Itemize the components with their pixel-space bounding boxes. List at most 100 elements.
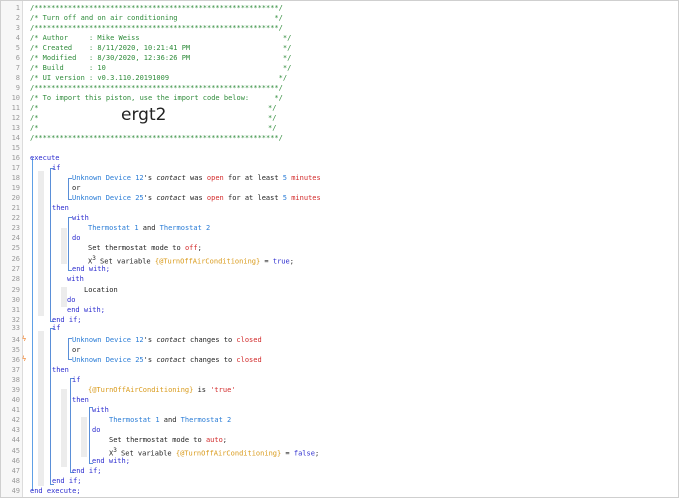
devices-line-2[interactable]: Thermostat 1 and Thermostat 2 (109, 415, 231, 425)
line-number: 41 (11, 406, 20, 414)
condition-device12-open[interactable]: Unknown Device 12's contact was open for… (72, 173, 321, 183)
semicolon: ; (222, 436, 228, 444)
line-number: 28 (11, 275, 20, 283)
op-changes-to: changes to (185, 336, 237, 344)
op-changes-to: changes to (185, 356, 237, 364)
line-number: 11 (11, 104, 20, 112)
value-true: true (272, 257, 290, 266)
code-line-12-open: /* (30, 114, 39, 122)
end-execute[interactable]: end execute; (30, 486, 81, 496)
device25-link[interactable]: Unknown Device 25 (72, 356, 144, 364)
device25-link[interactable]: Unknown Device 25 (72, 194, 144, 202)
if-keyword-3[interactable]: if (72, 375, 80, 385)
possessive: 's (143, 174, 157, 182)
if-bracket-2 (50, 328, 54, 485)
attr-contact: contact (156, 194, 186, 202)
or-operator-2[interactable]: or (72, 345, 80, 355)
thermostat2-link[interactable]: Thermostat 2 (181, 416, 232, 424)
execute-block-bar (32, 158, 33, 491)
end-if-2[interactable]: end if; (52, 476, 82, 486)
value-closed: closed (236, 336, 262, 344)
line-number: 14 (11, 134, 20, 142)
end-with-1[interactable]: end with; (72, 264, 110, 274)
line-number: 2 (15, 14, 20, 22)
op-for-at-least: for at least (223, 174, 283, 182)
devices-line-1[interactable]: Thermostat 1 and Thermostat 2 (88, 223, 210, 233)
with-keyword-2[interactable]: with (67, 274, 84, 284)
then-keyword-1[interactable]: then (52, 203, 69, 213)
op-was: was (185, 174, 207, 182)
trigger-flag-icon: ϟ (22, 335, 27, 343)
import-code[interactable]: ergt2 (121, 105, 166, 125)
do-keyword-2[interactable]: do (67, 295, 75, 305)
code-line-2: /* Turn off and on air conditioning */ (30, 14, 283, 22)
value-false: false (293, 449, 315, 458)
set-variable-true-statement[interactable]: X3 Set variable {@TurnOffAirConditioning… (88, 254, 294, 266)
code-line-14: /***************************************… (30, 134, 283, 142)
thermostat2-link[interactable]: Thermostat 2 (160, 224, 211, 232)
set-mode-auto-statement[interactable]: Set thermostat mode to auto; (109, 435, 227, 445)
line-number: 4 (15, 34, 20, 42)
with-keyword-3[interactable]: with (92, 405, 109, 415)
op-eq: = (281, 449, 294, 458)
line-number: 39 (11, 386, 20, 394)
condition-variable-is-true[interactable]: {@TurnOffAirConditioning} is 'true' (88, 385, 236, 395)
code-line-7: /* Build : 10 */ (30, 64, 292, 72)
condition-device25-closed[interactable]: Unknown Device 25's contact changes to c… (72, 355, 262, 365)
line-number: 15 (11, 144, 20, 152)
thermostat1-link[interactable]: Thermostat 1 (109, 416, 160, 424)
do-keyword-3[interactable]: do (92, 425, 100, 435)
with-keyword-1[interactable]: with (72, 213, 89, 223)
line-number: 22 (11, 214, 20, 222)
line-number: 36 (11, 356, 20, 364)
line-number: 33 (11, 324, 20, 332)
if-bracket-3 (70, 378, 74, 473)
end-if-3[interactable]: end if; (72, 466, 102, 476)
attr-contact: contact (156, 174, 186, 182)
thermostat1-link[interactable]: Thermostat 1 (88, 224, 139, 232)
line-number: 49 (11, 487, 20, 495)
line-number: 45 (11, 447, 20, 455)
possessive: 's (143, 336, 157, 344)
trigger-flag-icon: ϟ (22, 355, 27, 363)
line-number: 38 (11, 376, 20, 384)
location-device[interactable]: Location (84, 285, 118, 295)
line-number-gutter: 1 2 3 4 5 6 7 8 9 10 11 12 13 14 15 16 17 18 19 20 21 22 23 24 2… (1, 1, 23, 497)
line-number: 10 (11, 94, 20, 102)
line-number: 6 (15, 54, 20, 62)
execute-keyword[interactable]: execute (30, 153, 60, 163)
var-name: {@TurnOffAirConditioning} (175, 449, 282, 458)
line-number: 13 (11, 124, 20, 132)
then-keyword-3[interactable]: then (72, 395, 89, 405)
op-is: is (193, 386, 211, 394)
end-with-3[interactable]: end with; (92, 456, 130, 466)
if-keyword-2[interactable]: if (52, 323, 60, 333)
cmd-set-mode: Set thermostat mode to (88, 244, 185, 252)
line-number: 24 (11, 234, 20, 242)
then-keyword-2[interactable]: then (52, 365, 69, 375)
line-number: 48 (11, 477, 20, 485)
op-eq: = (260, 257, 273, 266)
condition-device25-open[interactable]: Unknown Device 25's contact was open for… (72, 193, 321, 203)
end-with-2[interactable]: end with; (67, 305, 105, 315)
do-keyword-1[interactable]: do (72, 233, 80, 243)
if-keyword-1[interactable]: if (52, 163, 60, 173)
with-block-bar-3 (81, 417, 87, 457)
op-and: and (159, 416, 181, 424)
line-number: 5 (15, 44, 20, 52)
semicolon: ; (197, 244, 202, 252)
line-number: 7 (15, 64, 20, 72)
line-number: 23 (11, 224, 20, 232)
code-line-12-close: */ (268, 114, 277, 122)
line-number: 35 (11, 346, 20, 354)
set-variable-false-statement[interactable]: X3 Set variable {@TurnOffAirConditioning… (109, 446, 319, 458)
possessive: 's (143, 194, 157, 202)
device12-link[interactable]: Unknown Device 12 (72, 174, 144, 182)
condition-device12-closed[interactable]: Unknown Device 12's contact changes to c… (72, 335, 262, 345)
op-and: and (138, 224, 160, 232)
or-operator-1[interactable]: or (72, 183, 80, 193)
set-mode-off-statement[interactable]: Set thermostat mode to off; (88, 243, 202, 253)
value-open: open (206, 174, 224, 182)
line-number: 12 (11, 114, 20, 122)
device12-link[interactable]: Unknown Device 12 (72, 336, 144, 344)
